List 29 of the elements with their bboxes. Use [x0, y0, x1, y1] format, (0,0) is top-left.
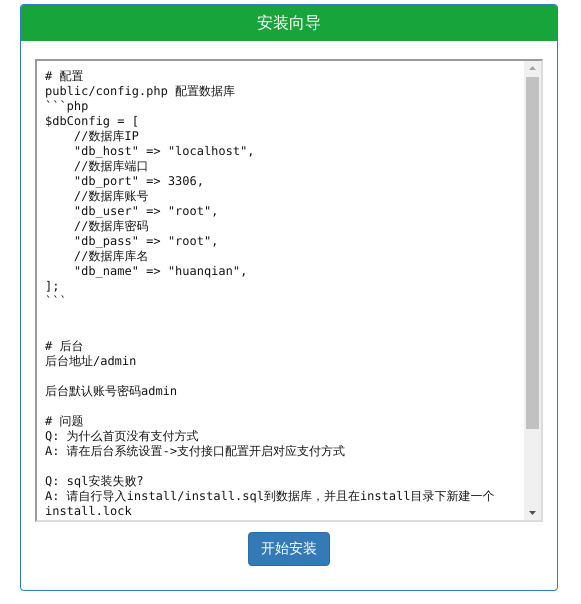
readme-line: Q: 为什么首页没有支付方式: [45, 429, 200, 444]
readme-line: $dbConfig = [: [45, 114, 140, 129]
readme-line: # 配置: [45, 69, 84, 84]
readme-line: "db_user" => "root",: [72, 204, 220, 219]
readme-text-area[interactable]: [35, 59, 543, 522]
readme-line: "db_pass" => "root",: [72, 234, 220, 249]
install-button[interactable]: 开始安装: [248, 532, 330, 566]
readme-line: "db_port" => 3306,: [72, 174, 205, 189]
readme-line: public/config.php 配置数据库: [45, 84, 236, 99]
readme-line: 后台默认账号密码admin: [45, 384, 178, 399]
scrollbar[interactable]: [524, 61, 541, 520]
readme-line: ```: [45, 294, 68, 309]
readme-line: 后台地址/admin: [45, 354, 138, 369]
readme-line: # 问题: [45, 414, 84, 429]
readme-line: "db_host" => "localhost",: [72, 144, 256, 159]
readme-line: ```php: [45, 99, 90, 114]
readme-line: A: 请在后台系统设置->支付接口配置开启对应支付方式: [45, 444, 346, 459]
readme-line: //数据库端口: [72, 159, 150, 174]
readme-line: # 后台: [45, 339, 84, 354]
readme-line: "db_name" => "huanqian",: [72, 264, 248, 279]
panel-title: 安装向导: [257, 12, 321, 34]
readme-line: A: 请自行导入install/install.sql到数据库，并且在install目录下新建一个install.lock: [45, 489, 496, 519]
readme-line: ];: [45, 279, 60, 294]
readme-line: Q: sql安装失败?: [45, 474, 145, 489]
readme-line: //数据库库名: [72, 249, 150, 264]
scrollbar-thumb[interactable]: [526, 77, 539, 429]
readme-line: //数据库IP: [72, 129, 140, 144]
readme-line: //数据库密码: [72, 219, 150, 234]
readme-line: //数据库账号: [72, 189, 150, 204]
